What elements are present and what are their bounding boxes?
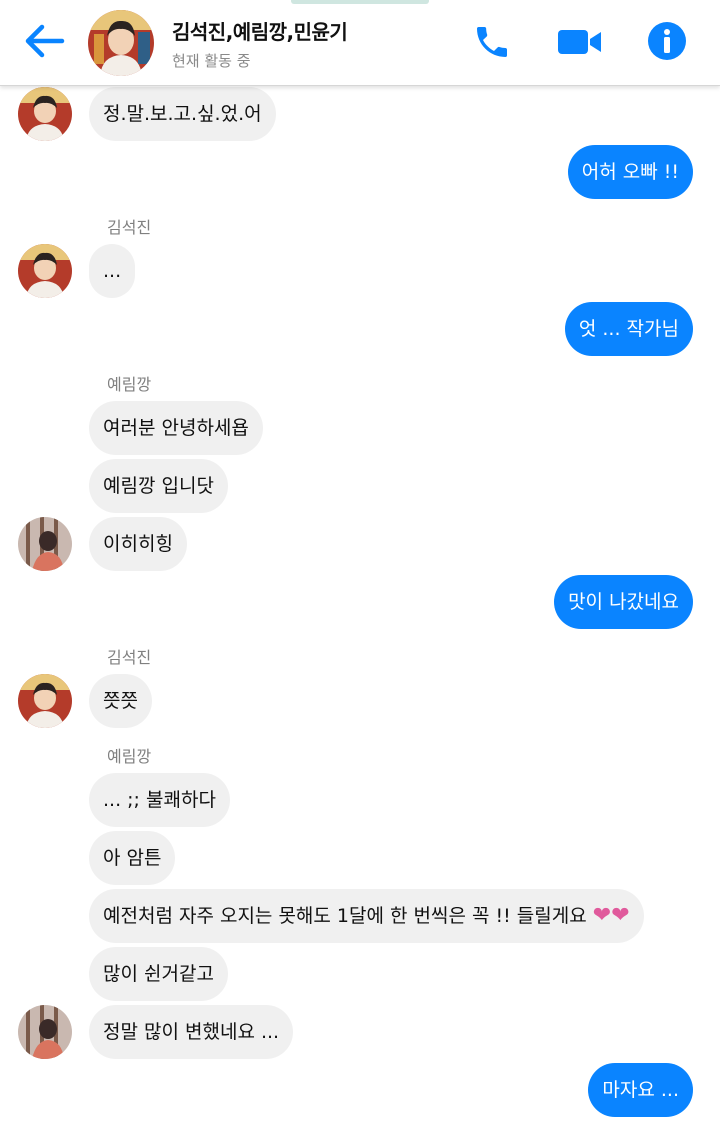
message-bubble-incoming[interactable]: 이히히힝	[89, 517, 187, 571]
message-bubble-outgoing[interactable]: 어허 오빠 !!	[567, 145, 693, 199]
sender-name: 김석진	[107, 648, 152, 667]
message-bubble-outgoing[interactable]: 엇 ... 작가님	[564, 302, 693, 356]
message-bubble-outgoing[interactable]: 맛이 나갔네요	[554, 575, 693, 629]
back-arrow-icon	[25, 24, 65, 58]
avatar[interactable]	[18, 244, 72, 298]
active-status: 현재 활동 중	[172, 52, 251, 70]
avatar-photo	[88, 10, 154, 76]
sender-name: 김석진	[107, 218, 152, 237]
chat-title: 김석진,예림깡,민윤기	[172, 20, 348, 44]
message-bubble-incoming[interactable]: 아 암튼	[89, 831, 176, 885]
message-bubble-incoming[interactable]: 예림깡 입니닷	[89, 459, 228, 513]
heart-icon: ❤❤	[592, 903, 630, 928]
info-button[interactable]	[646, 20, 688, 62]
sender-name: 예림깡	[107, 747, 152, 766]
message-bubble-outgoing[interactable]: 마자요 ...	[588, 1063, 693, 1117]
phone-icon	[477, 27, 507, 57]
message-text: 예전처럼 자주 오지는 못해도 1달에 한 번씩은 꼭 !! 들릴게요	[103, 905, 587, 927]
message-bubble-incoming[interactable]: ...	[89, 244, 136, 298]
message-bubble-incoming[interactable]: 많이 쉰거같고	[89, 947, 228, 1001]
chat-header: 김석진,예림깡,민윤기 현재 활동 중	[0, 0, 720, 86]
avatar[interactable]	[18, 674, 72, 728]
message-bubble-incoming[interactable]: 정말 많이 변했네요 ...	[89, 1005, 294, 1059]
group-avatar[interactable]	[88, 10, 154, 76]
message-bubble-incoming[interactable]: 쯧쯧	[89, 674, 152, 728]
avatar[interactable]	[18, 87, 72, 141]
video-camera-icon	[558, 30, 601, 54]
voice-call-button[interactable]	[472, 22, 512, 62]
avatar[interactable]	[18, 1005, 72, 1059]
message-bubble-incoming[interactable]: 예전처럼 자주 오지는 못해도 1달에 한 번씩은 꼭 !! 들릴게요 ❤❤	[89, 889, 644, 943]
message-bubble-incoming[interactable]: 정.말.보.고.싶.었.어	[89, 87, 276, 141]
sender-name: 예림깡	[107, 375, 152, 394]
message-bubble-incoming[interactable]: 여러분 안녕하세욥	[89, 401, 263, 455]
video-call-button[interactable]	[556, 22, 604, 62]
status-bar-tab	[291, 0, 429, 4]
back-button[interactable]	[22, 21, 66, 61]
avatar[interactable]	[18, 517, 72, 571]
message-bubble-incoming[interactable]: ... ;; 불쾌하다	[89, 773, 230, 827]
info-icon	[648, 22, 686, 60]
